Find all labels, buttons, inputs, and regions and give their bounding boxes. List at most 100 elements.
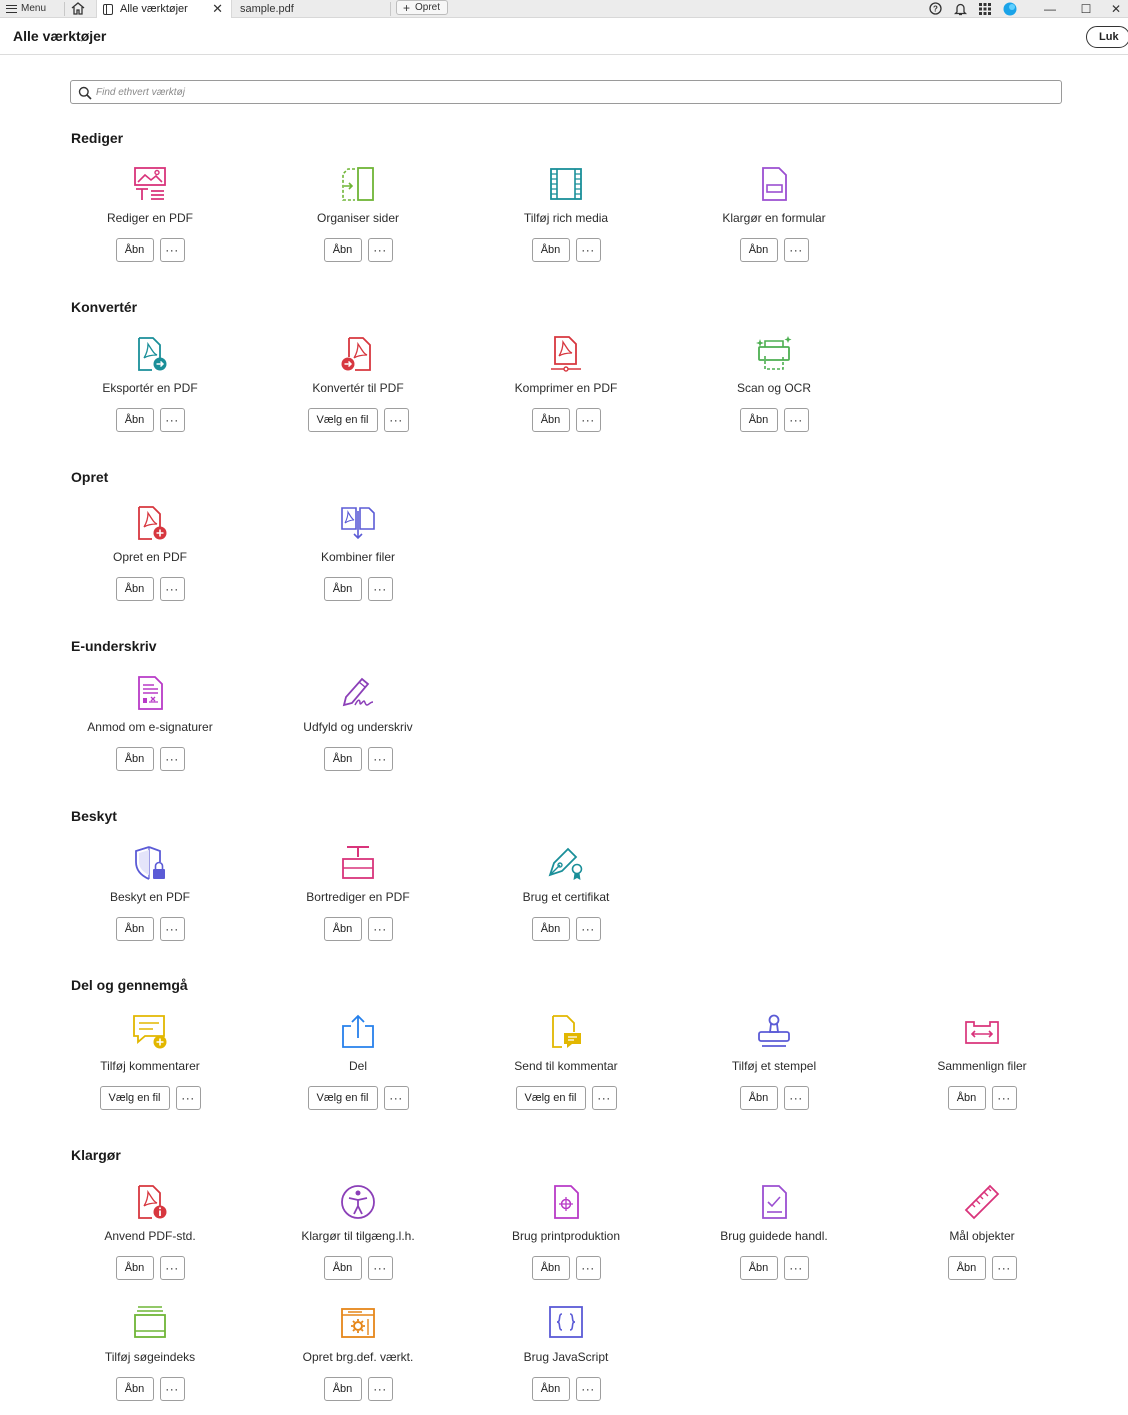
open-button[interactable]: Åbn bbox=[115, 577, 154, 601]
search-input[interactable] bbox=[96, 83, 1046, 101]
more-options-button[interactable]: ··· bbox=[159, 408, 185, 432]
maximize-icon[interactable]: ☐ bbox=[1068, 0, 1104, 17]
open-button[interactable]: Åbn bbox=[115, 1256, 154, 1280]
tab-all-tools[interactable]: Alle værktøjer ✕ bbox=[96, 0, 232, 18]
tool-compress-pdf: Komprimer en PDF Åbn ··· bbox=[466, 336, 666, 446]
open-button[interactable]: Åbn bbox=[323, 1377, 362, 1401]
bell-icon[interactable] bbox=[952, 1, 968, 17]
open-button[interactable]: Åbn bbox=[739, 1086, 778, 1110]
more-options-button[interactable]: ··· bbox=[991, 1256, 1017, 1280]
tool-label: Brug et certifikat bbox=[522, 890, 610, 904]
more-options-button[interactable]: ··· bbox=[367, 917, 393, 941]
more-options-button[interactable]: ··· bbox=[159, 238, 185, 262]
more-options-button[interactable]: ··· bbox=[367, 1377, 393, 1401]
protect-pdf-icon bbox=[135, 846, 165, 880]
more-options-button[interactable]: ··· bbox=[575, 1377, 601, 1401]
open-button[interactable]: Åbn bbox=[739, 1256, 778, 1280]
new-tab-label: Opret bbox=[415, 2, 441, 13]
minimize-icon[interactable]: — bbox=[1032, 0, 1068, 17]
open-button[interactable]: Åbn bbox=[531, 238, 570, 262]
more-options-button[interactable]: ··· bbox=[159, 1256, 185, 1280]
section-title-protect: Beskyt bbox=[71, 808, 117, 824]
more-options-button[interactable]: ··· bbox=[383, 1086, 409, 1110]
tool-label: Beskyt en PDF bbox=[109, 890, 191, 904]
more-options-button[interactable]: ··· bbox=[175, 1086, 201, 1110]
new-tab-button[interactable]: + Opret bbox=[396, 0, 448, 15]
menu-label: Menu bbox=[21, 3, 47, 14]
tool-label: Udfyld og underskriv bbox=[303, 720, 413, 734]
section-title-esign: E-underskriv bbox=[71, 638, 157, 654]
menu-button[interactable]: Menu bbox=[6, 0, 46, 17]
tab-sample-pdf[interactable]: sample.pdf bbox=[240, 0, 390, 18]
fill-sign-icon bbox=[342, 677, 374, 707]
tool-convert-to-pdf: Konvertér til PDF Vælg en fil ··· bbox=[258, 336, 458, 446]
more-options-button[interactable]: ··· bbox=[591, 1086, 617, 1110]
more-options-button[interactable]: ··· bbox=[367, 238, 393, 262]
more-options-button[interactable]: ··· bbox=[159, 577, 185, 601]
tool-label: Organiser sider bbox=[316, 211, 400, 225]
home-icon[interactable] bbox=[70, 1, 86, 16]
choose-file-button[interactable]: Vælg en fil bbox=[515, 1086, 586, 1110]
open-button[interactable]: Åbn bbox=[323, 577, 362, 601]
tool-prepare-form: Klargør en formular Åbn ··· bbox=[674, 166, 874, 276]
tool-share: Del Vælg en fil ··· bbox=[258, 1014, 458, 1124]
apps-grid-icon[interactable] bbox=[977, 1, 993, 17]
more-options-button[interactable]: ··· bbox=[159, 917, 185, 941]
more-options-button[interactable]: ··· bbox=[159, 1377, 185, 1401]
tool-label: Sammenlign filer bbox=[937, 1059, 1027, 1073]
open-button[interactable]: Åbn bbox=[323, 747, 362, 771]
open-button[interactable]: Åbn bbox=[531, 1256, 570, 1280]
more-options-button[interactable]: ··· bbox=[991, 1086, 1017, 1110]
open-button[interactable]: Åbn bbox=[739, 408, 778, 432]
close-button[interactable]: Luk bbox=[1086, 26, 1128, 48]
tool-protect-pdf: Beskyt en PDF Åbn ··· bbox=[50, 845, 250, 955]
open-button[interactable]: Åbn bbox=[739, 238, 778, 262]
redact-pdf-icon bbox=[342, 846, 374, 879]
more-options-button[interactable]: ··· bbox=[159, 747, 185, 771]
open-button[interactable]: Åbn bbox=[531, 408, 570, 432]
tool-scan-ocr: Scan og OCR Åbn ··· bbox=[674, 336, 874, 446]
more-options-button[interactable]: ··· bbox=[783, 408, 809, 432]
open-button[interactable]: Åbn bbox=[323, 1256, 362, 1280]
more-options-button[interactable]: ··· bbox=[575, 408, 601, 432]
close-window-icon[interactable]: ✕ bbox=[1104, 0, 1128, 17]
choose-file-button[interactable]: Vælg en fil bbox=[307, 1086, 378, 1110]
more-options-button[interactable]: ··· bbox=[383, 408, 409, 432]
compare-files-icon bbox=[965, 1021, 999, 1044]
more-options-button[interactable]: ··· bbox=[783, 1086, 809, 1110]
open-button[interactable]: Åbn bbox=[323, 917, 362, 941]
open-button[interactable]: Åbn bbox=[947, 1086, 986, 1110]
open-button[interactable]: Åbn bbox=[115, 1377, 154, 1401]
hamburger-icon bbox=[6, 4, 17, 13]
tool-send-for-comment: Send til kommentar Vælg en fil ··· bbox=[466, 1014, 666, 1124]
tab-sample-pdf-label: sample.pdf bbox=[240, 3, 294, 15]
tool-label: Tilføj kommentarer bbox=[100, 1059, 200, 1073]
close-tab-icon[interactable]: ✕ bbox=[212, 1, 223, 17]
choose-file-button[interactable]: Vælg en fil bbox=[99, 1086, 170, 1110]
avatar[interactable] bbox=[1002, 1, 1018, 17]
share-icon bbox=[342, 1014, 374, 1048]
more-options-button[interactable]: ··· bbox=[783, 238, 809, 262]
more-options-button[interactable]: ··· bbox=[367, 747, 393, 771]
open-button[interactable]: Åbn bbox=[323, 238, 362, 262]
choose-file-button[interactable]: Vælg en fil bbox=[307, 408, 378, 432]
open-button[interactable]: Åbn bbox=[947, 1256, 986, 1280]
open-button[interactable]: Åbn bbox=[115, 238, 154, 262]
open-button[interactable]: Åbn bbox=[115, 408, 154, 432]
more-options-button[interactable]: ··· bbox=[575, 238, 601, 262]
svg-text:?: ? bbox=[933, 5, 938, 14]
open-button[interactable]: Åbn bbox=[531, 917, 570, 941]
tool-label: Anvend PDF-std. bbox=[104, 1229, 196, 1243]
more-options-button[interactable]: ··· bbox=[783, 1256, 809, 1280]
tool-label: Bortrediger en PDF bbox=[306, 890, 410, 904]
more-options-button[interactable]: ··· bbox=[575, 1256, 601, 1280]
tool-accessibility: Klargør til tilgæng.l.h. Åbn ··· bbox=[258, 1184, 458, 1294]
open-button[interactable]: Åbn bbox=[115, 747, 154, 771]
more-options-button[interactable]: ··· bbox=[367, 1256, 393, 1280]
more-options-button[interactable]: ··· bbox=[575, 917, 601, 941]
search-box[interactable] bbox=[70, 80, 1062, 104]
open-button[interactable]: Åbn bbox=[115, 917, 154, 941]
help-icon[interactable]: ? bbox=[927, 1, 943, 17]
more-options-button[interactable]: ··· bbox=[367, 577, 393, 601]
open-button[interactable]: Åbn bbox=[531, 1377, 570, 1401]
